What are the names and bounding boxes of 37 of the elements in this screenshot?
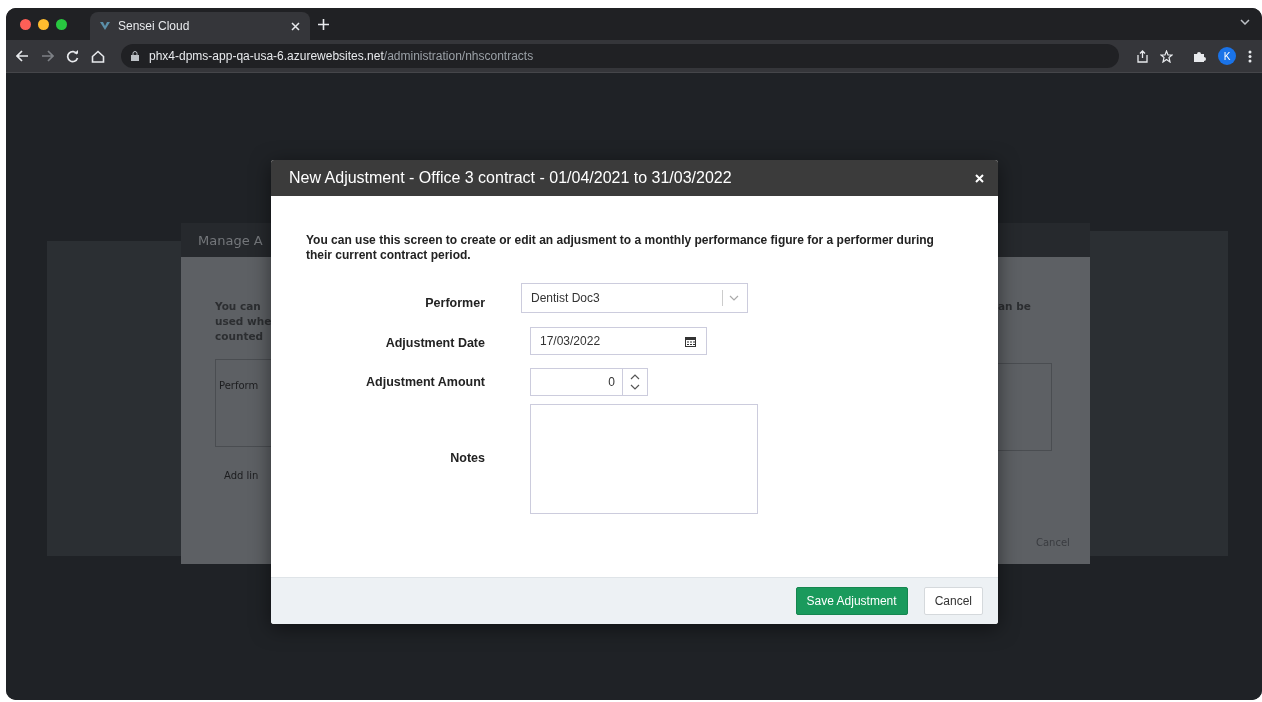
address-bar[interactable]: phx4-dpms-app-qa-usa-6.azurewebsites.net/administration/nhscontracts: [121, 44, 1119, 68]
close-icon[interactable]: [975, 173, 984, 183]
puzzle-icon[interactable]: [1193, 49, 1206, 63]
field-label: Adjustment Date: [385, 335, 485, 350]
date-field[interactable]: 17/03/2022: [530, 327, 707, 355]
browser-tab[interactable]: Sensei Cloud: [90, 12, 310, 40]
close-tab-icon[interactable]: [291, 21, 300, 31]
close-window-icon[interactable]: [20, 18, 31, 30]
field-label: Performer: [425, 295, 485, 310]
calendar-icon[interactable]: [685, 335, 696, 347]
home-icon[interactable]: [91, 49, 105, 63]
notes-field[interactable]: [530, 404, 758, 514]
save-button[interactable]: Save Adjustment: [795, 587, 908, 615]
reload-icon[interactable]: [66, 49, 79, 63]
field-label: Adjustment Amount: [366, 375, 485, 389]
chevron-down-icon[interactable]: [1240, 19, 1250, 25]
dialog-title: Manage A: [198, 232, 263, 248]
maximize-window-icon[interactable]: [56, 18, 67, 30]
forward-icon[interactable]: [41, 50, 54, 62]
back-icon[interactable]: [16, 50, 29, 62]
cancel-button[interactable]: Cancel: [923, 587, 983, 615]
star-icon[interactable]: [1160, 49, 1173, 63]
column-header: Perform: [219, 380, 259, 391]
modal-title: New Adjustment - Office 3 contract - 01/04/2021 to 31/03/2022: [289, 169, 732, 187]
lock-icon: [131, 51, 139, 61]
performer-dropdown[interactable]: Dentist Doc3: [521, 283, 748, 313]
spinner-arrows-icon[interactable]: [630, 373, 640, 391]
new-tab-icon[interactable]: [318, 18, 329, 30]
chevron-down-icon: [729, 295, 739, 301]
profile-avatar[interactable]: K: [1218, 47, 1236, 65]
description-text: You can use this screen to create or edit an adjusment to a monthly performance figure for a performer during their current contract period.: [306, 233, 935, 263]
menu-icon[interactable]: [1248, 49, 1252, 63]
amount-field[interactable]: 0: [530, 368, 648, 396]
minimize-window-icon[interactable]: [38, 18, 49, 30]
field-label: Notes: [450, 450, 485, 465]
site-logo-icon: [100, 22, 110, 30]
share-icon[interactable]: [1137, 49, 1148, 63]
